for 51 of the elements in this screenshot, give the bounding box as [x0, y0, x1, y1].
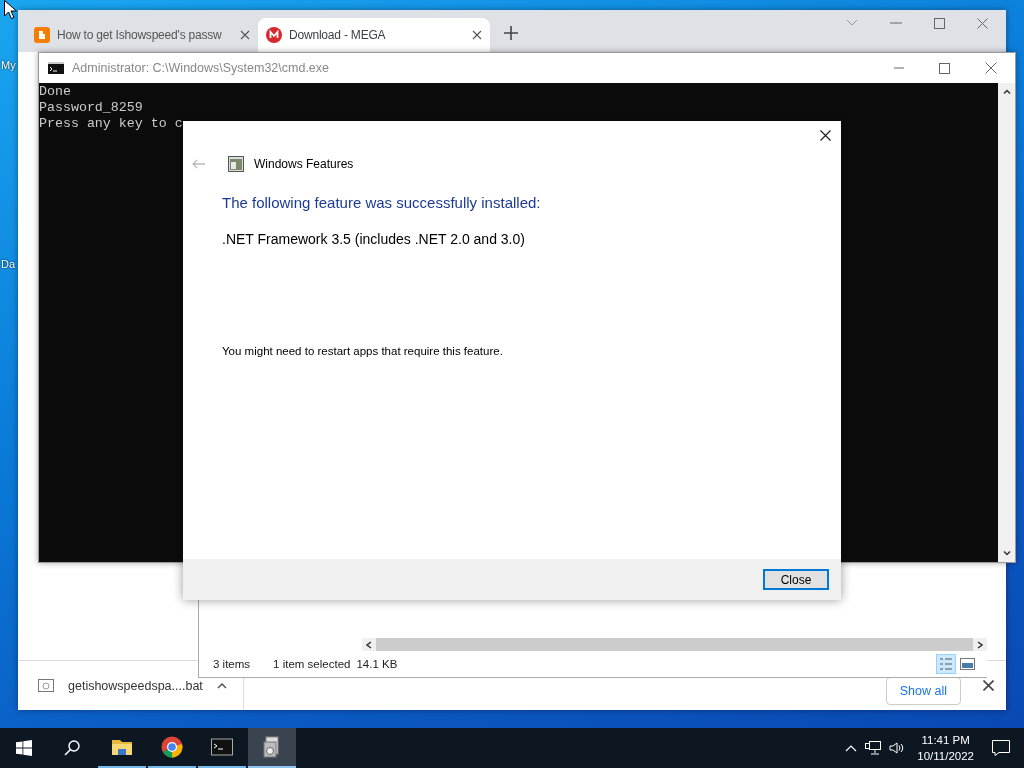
b-logo-icon: [34, 27, 50, 43]
scroll-left-icon[interactable]: [366, 640, 372, 649]
chrome-icon: [161, 736, 183, 758]
restart-note: You might need to restart apps that require this feature.: [222, 345, 504, 357]
browser-tab[interactable]: How to get Ishowspeed's passw: [26, 18, 258, 52]
taskbar-app-button[interactable]: [248, 728, 296, 768]
feature-name: .NET Framework 3.5 (includes .NET 2.0 and 3.0): [222, 231, 526, 247]
file-icon: [38, 678, 54, 693]
plus-icon: [504, 26, 518, 40]
status-text: 1 item selected: [273, 658, 351, 670]
status-text: 14.1 KB: [356, 658, 398, 670]
m-logo-icon: [266, 27, 282, 43]
maximize-icon[interactable]: [934, 17, 945, 29]
network-icon[interactable]: [865, 741, 882, 755]
new-tab-button[interactable]: [502, 24, 520, 42]
vertical-scrollbar[interactable]: [998, 83, 1015, 562]
tab-title: Download - MEGA: [289, 28, 387, 42]
console-line: Press any key to c: [39, 116, 183, 132]
close-icon[interactable]: [983, 680, 994, 691]
scroll-down-icon[interactable]: [1002, 551, 1011, 556]
close-button[interactable]: Close: [763, 569, 829, 590]
window-title: Administrator: C:\Windows\System32\cmd.exe: [72, 61, 330, 75]
desktop-icon-label[interactable]: Da: [1, 258, 16, 270]
speaker-icon[interactable]: [889, 741, 906, 755]
console-icon: [48, 62, 64, 74]
browser-tab[interactable]: Download - MEGA: [258, 18, 490, 52]
dialog-title: Windows Features: [254, 157, 354, 171]
tab-title: How to get Ishowspeed's passw: [57, 28, 223, 42]
horizontal-scrollbar[interactable]: [362, 638, 987, 651]
search-icon: [64, 740, 80, 756]
scroll-right-icon[interactable]: [977, 640, 983, 649]
mouse-pointer-icon: [4, 0, 17, 19]
close-icon[interactable]: [820, 129, 831, 141]
download-file-name[interactable]: getishowspeedspa....bat: [68, 678, 203, 693]
windows-logo-icon: [16, 740, 32, 756]
show-all-button[interactable]: Show all: [885, 676, 961, 705]
caret-up-icon[interactable]: [216, 682, 227, 689]
window-features-icon: [228, 156, 244, 172]
console-line: Done: [39, 84, 71, 100]
console-line: Password_8259: [39, 100, 143, 116]
scroll-up-icon[interactable]: [1002, 89, 1011, 94]
clock-date[interactable]: 10/11/2022: [917, 748, 974, 764]
maximize-icon[interactable]: [939, 62, 950, 74]
thumbnail-view-icon[interactable]: [960, 658, 975, 670]
chevron-up-icon[interactable]: [845, 744, 858, 752]
status-text: 3 items: [213, 658, 251, 670]
console-icon: [211, 736, 233, 758]
notification-icon[interactable]: [992, 740, 1010, 756]
success-heading: The following feature was successfully installed:: [222, 194, 542, 211]
close-icon[interactable]: [472, 30, 482, 40]
clock-time[interactable]: 11:41 PM: [921, 732, 970, 748]
